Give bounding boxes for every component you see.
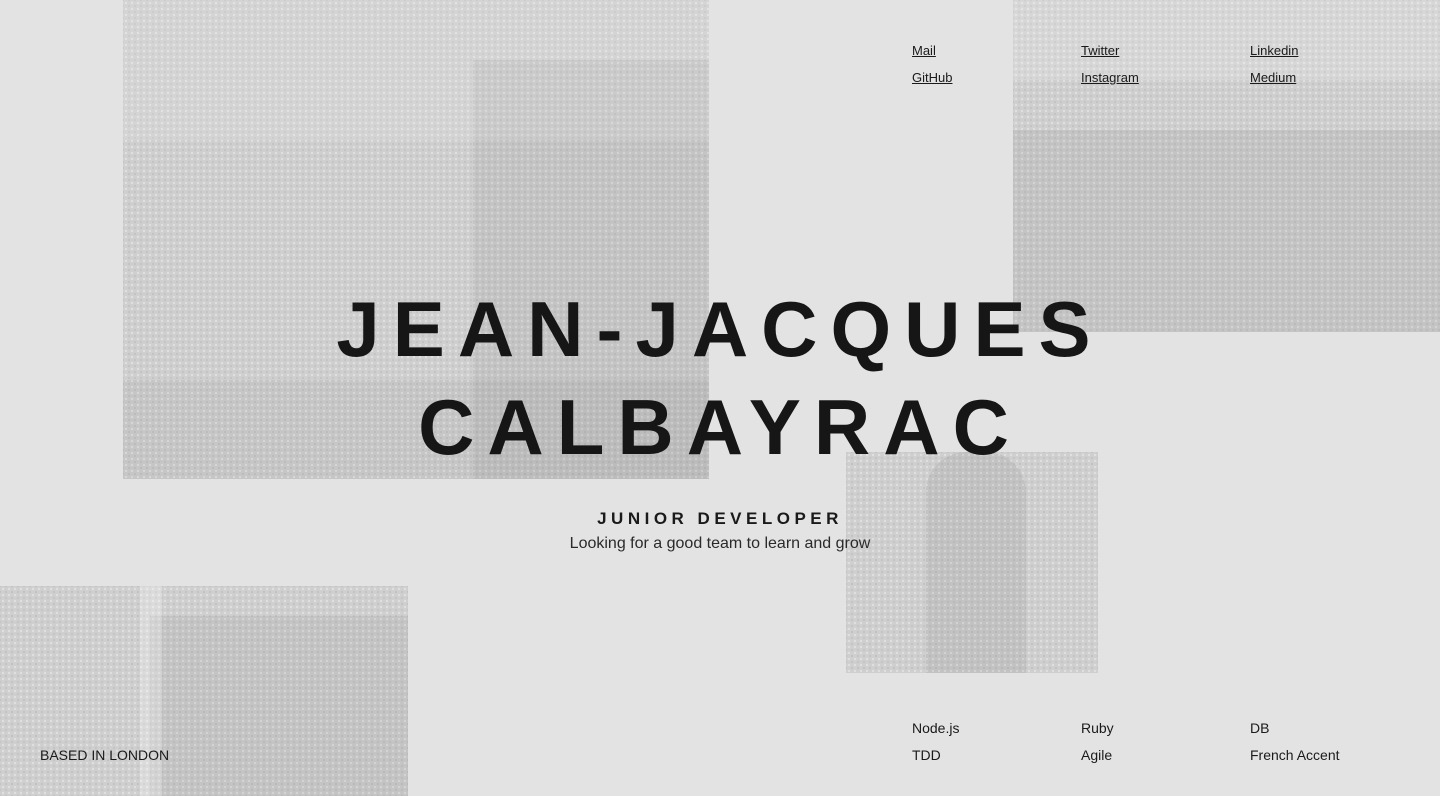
link-twitter[interactable]: Twitter xyxy=(1081,42,1250,59)
skill-item: DB xyxy=(1250,720,1270,736)
skill-item: TDD xyxy=(912,747,941,763)
link-medium[interactable]: Medium xyxy=(1250,69,1419,86)
skill-item: Node.js xyxy=(912,720,960,736)
skill-item: Agile xyxy=(1081,747,1113,763)
skill-item: French Accent xyxy=(1250,747,1340,763)
page-title: JEAN-JACQUES CALBAYRAC xyxy=(0,280,1440,476)
link-linkedin[interactable]: Linkedin xyxy=(1250,42,1419,59)
link-mail[interactable]: Mail xyxy=(912,42,1081,59)
name-line-2: CALBAYRAC xyxy=(418,383,1022,471)
contact-links: Mail Twitter Linkedin GitHub Instagram M… xyxy=(912,42,1419,86)
skill-item: Ruby xyxy=(1081,720,1114,736)
role-title: JUNIOR DEVELOPER xyxy=(597,509,843,528)
hero: JEAN-JACQUES CALBAYRAC xyxy=(0,280,1440,476)
tagline: Looking for a good team to learn and gro… xyxy=(569,535,871,552)
photo-shade xyxy=(123,0,709,140)
location-label: BASED IN LONDON xyxy=(40,747,170,763)
photo-shade xyxy=(926,452,1026,673)
link-instagram[interactable]: Instagram xyxy=(1081,69,1250,86)
skills-list: Node.js Ruby DB TDD Agile French Accent xyxy=(912,720,1419,764)
name-line-1: JEAN-JACQUES xyxy=(336,285,1104,373)
photo-shade xyxy=(150,616,408,796)
background-photo-portrait xyxy=(846,452,1098,673)
photo-shade xyxy=(140,586,162,796)
background-photo-street xyxy=(0,586,408,796)
link-github[interactable]: GitHub xyxy=(912,69,1081,86)
